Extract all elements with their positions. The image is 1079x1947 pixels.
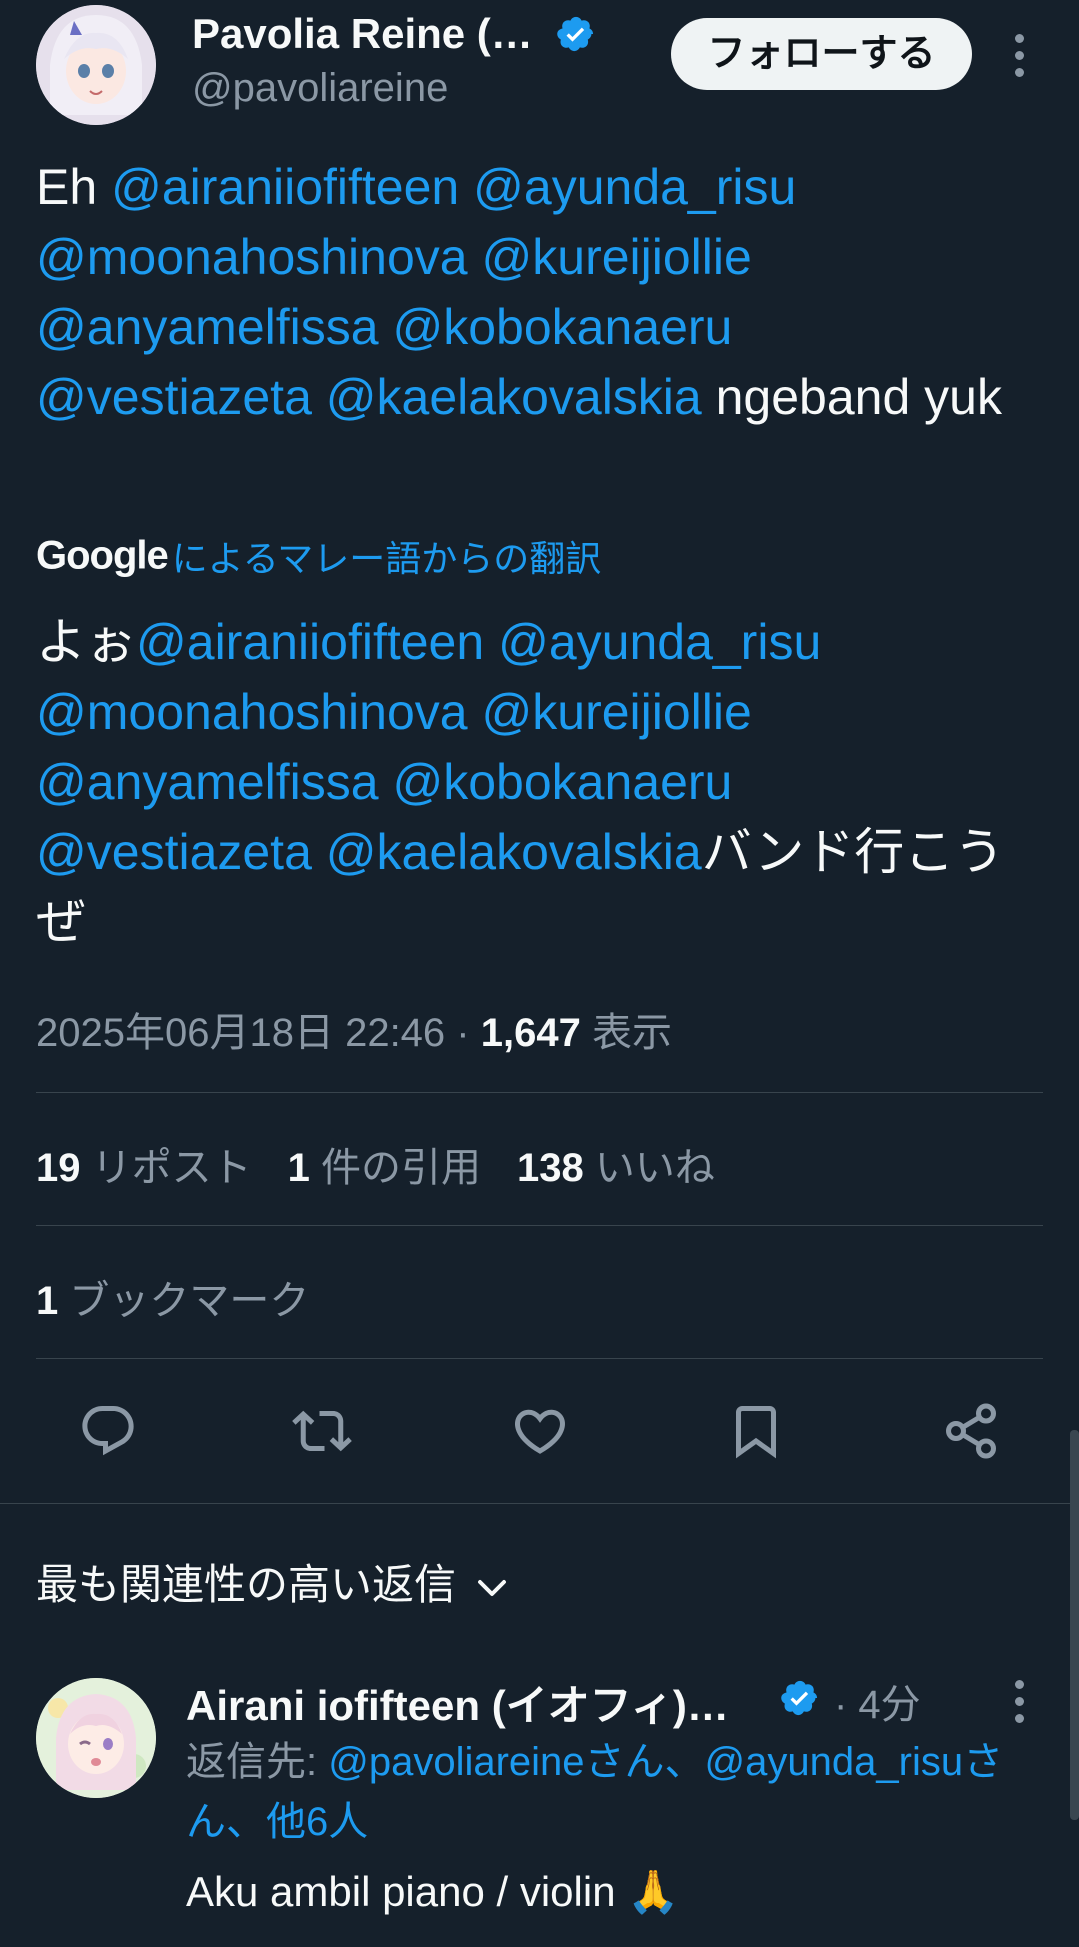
action-bar [0,1400,1079,1462]
verified-badge-icon [557,16,594,52]
quotes-stat[interactable]: 1 件の引用 [288,1146,481,1190]
more-options-icon[interactable] [1015,34,1025,78]
mention-link[interactable]: @airaniiofifteen [136,614,484,670]
mention-link[interactable]: @airaniiofifteen [111,159,459,215]
bookmark-icon [736,1406,776,1459]
bookmarks-count: 1 [36,1279,59,1323]
divider [36,1225,1043,1226]
author-avatar[interactable] [36,5,156,125]
mention-link[interactable]: @kureijiollie [482,229,752,285]
reply-button[interactable] [77,1400,139,1462]
mention-link[interactable]: @moonahoshinova [36,684,468,740]
translated-text-prefix: よぉ [36,614,136,670]
tweet-text: Eh @airaniiofifteen @ayunda_risu @moonaho… [36,152,1046,432]
bookmarks-label: ブックマーク [69,1279,310,1323]
reply-to-line: 返信先: @pavoliareineさん、@ayunda_risuさん、他6人 [186,1732,1066,1852]
bookmarks-stat: 1 ブックマーク [36,1268,309,1326]
mention-link[interactable]: @moonahoshinova [36,229,468,285]
reposts-count: 19 [36,1146,81,1190]
views-count: 1,647 [480,1011,581,1055]
engagement-stats: 19 リポスト 1 件の引用 138 いいね [36,1135,715,1193]
share-icon [946,1403,996,1459]
reply-sort-dropdown[interactable]: 最も関連性の高い返信 [36,1551,510,1612]
mention-link[interactable]: @anyamelfissa [36,754,379,810]
reply-sort-label: 最も関連性の高い返信 [36,1561,457,1608]
translation-attribution[interactable]: Google によるマレー語からの翻訳 [36,530,601,580]
mention-link[interactable]: @ayunda_risu [473,159,796,215]
tweet-header: Pavolia Reine (… @pavoliareine フォローする [0,0,1079,130]
reply-author-name[interactable]: Airani iofifteen (イオフィ)… [186,1672,729,1733]
repost-button[interactable] [291,1400,353,1462]
tweet-meta: 2025年06月18日 22:46 · 1,647 表示 [36,1000,672,1058]
reply-time[interactable]: · 4分 [834,1672,921,1730]
google-logo: Google [36,533,169,578]
likes-label: いいね [594,1146,715,1190]
like-icon [514,1409,566,1454]
divider [0,1503,1079,1504]
reposts-label: リポスト [91,1146,252,1190]
scrollbar[interactable] [1070,1430,1079,1820]
divider [36,1358,1043,1359]
author-display-name[interactable]: Pavolia Reine (… [192,10,533,58]
translated-text: よぉ@airaniiofifteen @ayunda_risu @moonahos… [36,607,1046,957]
reply-to-others[interactable]: 他6人 [266,1800,368,1844]
mention-link[interactable]: @vestiazeta [36,369,312,425]
tweet-text-prefix: Eh [36,159,112,215]
tweet-text-suffix: ngeband yuk [701,369,1002,425]
mention-link[interactable]: @anyamelfissa [36,299,379,355]
like-button[interactable] [509,1400,571,1462]
repost-icon [292,1410,352,1452]
quotes-count: 1 [287,1146,310,1190]
likes-stat[interactable]: 138 いいね [517,1146,715,1190]
verified-badge-icon [781,1680,818,1716]
reply-text: Aku ambil piano / violin 🙏 [186,1868,680,1915]
follow-button[interactable]: フォローする [671,18,972,90]
mention-link[interactable]: @kobokanaeru [392,299,732,355]
mention-link[interactable]: @kaelakovalskia [326,824,702,880]
author-handle[interactable]: @pavoliareine [192,66,448,111]
reposts-stat[interactable]: 19 リポスト [36,1146,252,1190]
views-label: 表示 [591,1011,672,1055]
meta-separator: · [445,1011,481,1055]
share-button[interactable] [940,1400,1002,1462]
divider [36,1092,1043,1093]
reply-to-label: 返信先: [186,1740,329,1784]
reply-more-options-icon[interactable] [1015,1680,1025,1724]
timestamp[interactable]: 2025年06月18日 22:46 [36,1011,445,1055]
reply-icon [82,1406,134,1456]
bookmark-button[interactable] [725,1400,787,1462]
mention-link[interactable]: @ayunda_risu [498,614,821,670]
mention-link[interactable]: @kaelakovalskia [326,369,702,425]
mention-link[interactable]: @vestiazeta [36,824,312,880]
chevron-down-icon [478,1579,506,1596]
quotes-label: 件の引用 [321,1146,481,1190]
reply-author-avatar[interactable] [36,1678,156,1798]
mention-link[interactable]: @kobokanaeru [392,754,732,810]
translation-label[interactable]: によるマレー語からの翻訳 [172,538,601,579]
likes-count: 138 [517,1146,584,1190]
mention-link[interactable]: @kureijiollie [482,684,752,740]
